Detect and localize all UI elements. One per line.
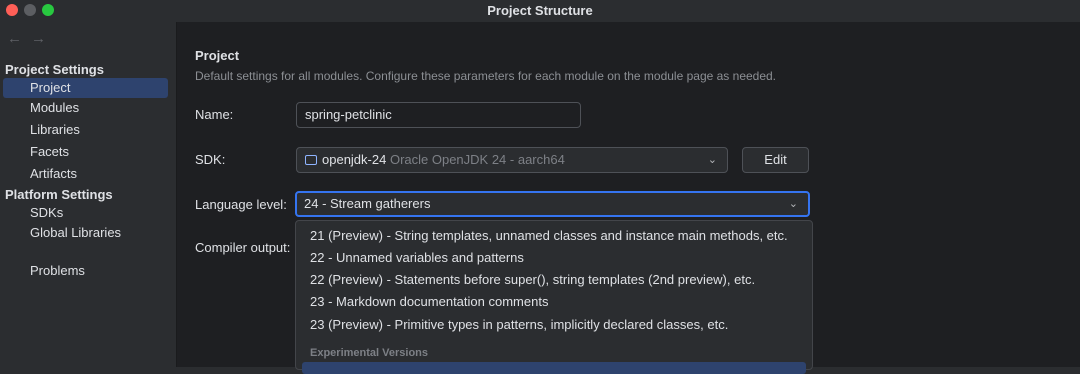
sidebar-item-problems[interactable]: Problems (3, 261, 168, 281)
chevron-down-icon: ⌄ (788, 198, 798, 210)
compiler-output-label: Compiler output: (195, 240, 291, 255)
sidebar-item-project[interactable]: Project (3, 78, 168, 98)
dropdown-option[interactable]: 23 - Markdown documentation comments (310, 294, 548, 309)
sdk-value: openjdk-24 (322, 152, 387, 167)
page-title: Project (195, 48, 240, 63)
window-title: Project Structure (487, 3, 593, 18)
section-platform-settings: Platform Settings (5, 187, 113, 202)
sdk-hint: Oracle OpenJDK 24 - aarch64 (389, 152, 565, 167)
back-arrow-icon[interactable]: ← (7, 30, 22, 47)
dropdown-option[interactable]: 22 (Preview) - Statements before super()… (310, 272, 755, 287)
sdk-label: SDK: (195, 152, 226, 167)
sidebar-item-sdks[interactable]: SDKs (3, 203, 168, 223)
dropdown-option[interactable]: 23 (Preview) - Primitive types in patter… (310, 317, 728, 332)
sidebar-item-libraries[interactable]: Libraries (3, 120, 168, 140)
dropdown-separator-experimental: Experimental Versions (310, 347, 428, 359)
sdk-folder-icon (305, 155, 317, 165)
language-level-label: Language level: (195, 197, 287, 212)
dropdown-selected-option[interactable] (302, 362, 806, 374)
language-level-dropdown: 21 (Preview) - String templates, unnamed… (295, 220, 813, 374)
chevron-down-icon: ⌄ (707, 154, 717, 166)
title-bar: Project Structure (0, 0, 1080, 22)
dropdown-option[interactable]: 22 - Unnamed variables and patterns (310, 250, 524, 265)
sdk-combobox[interactable]: openjdk-24 Oracle OpenJDK 24 - aarch64 ⌄ (296, 147, 728, 173)
page-description: Default settings for all modules. Config… (195, 69, 777, 83)
forward-arrow-icon[interactable]: → (31, 30, 46, 47)
language-level-value: 24 - Stream gatherers (304, 196, 431, 211)
name-label: Name: (195, 107, 234, 122)
sidebar-item-facets[interactable]: Facets (3, 142, 168, 162)
dropdown-option[interactable]: 21 (Preview) - String templates, unnamed… (310, 228, 788, 243)
sidebar-item-global-libraries[interactable]: Global Libraries (3, 223, 168, 243)
name-field[interactable]: spring-petclinic (296, 102, 581, 128)
language-level-combobox[interactable]: 24 - Stream gatherers ⌄ (295, 191, 810, 217)
sidebar-item-artifacts[interactable]: Artifacts (3, 164, 168, 184)
sidebar-item-modules[interactable]: Modules (3, 98, 168, 118)
section-project-settings: Project Settings (5, 62, 104, 77)
edit-sdk-button[interactable]: Edit (742, 147, 809, 173)
